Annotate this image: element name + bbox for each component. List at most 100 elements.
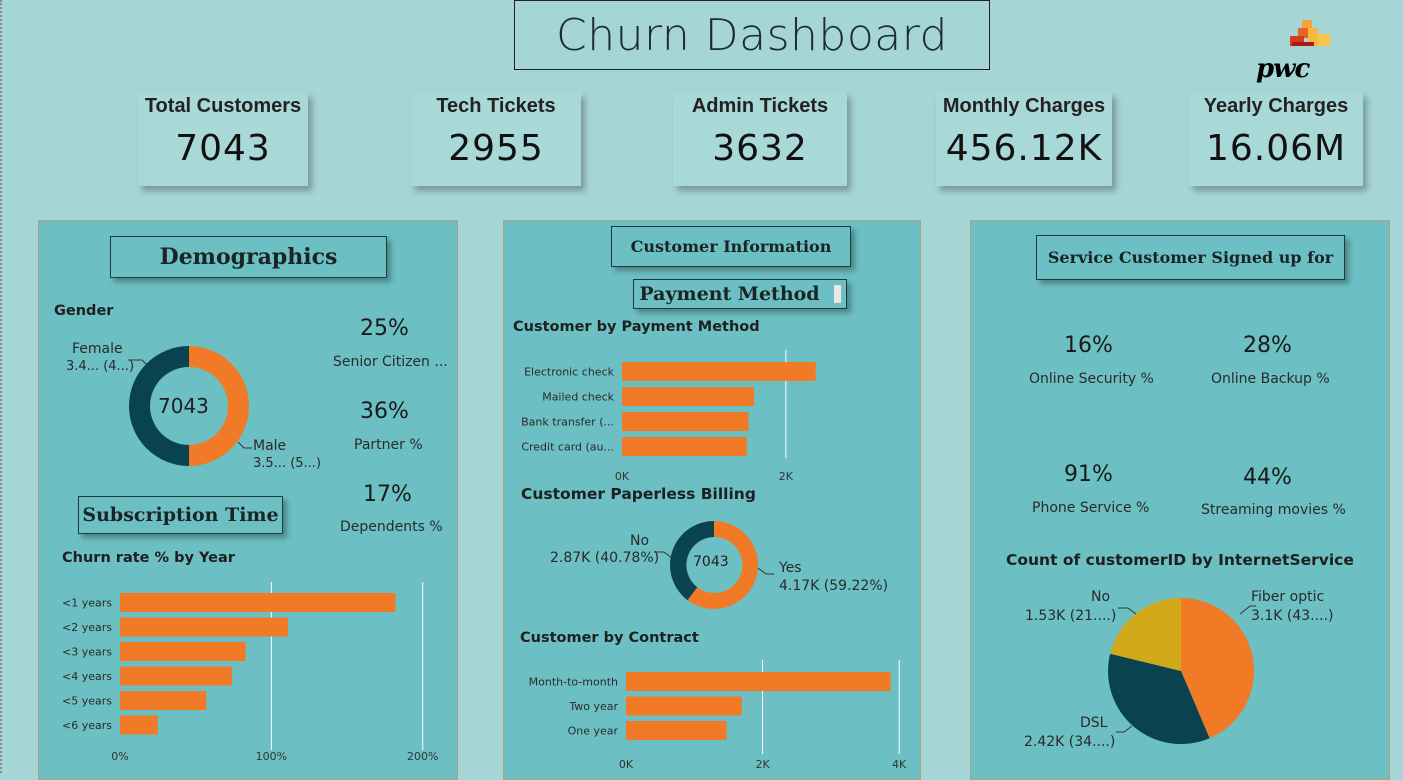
category-label: <5 years <box>62 695 112 708</box>
services-header: Service Customer Signed up for <box>1036 235 1345 280</box>
category-label: Credit card (au... <box>521 441 614 454</box>
bar[interactable] <box>120 593 396 612</box>
bar[interactable] <box>120 715 158 735</box>
dashboard-title: Churn Dashboard <box>514 0 990 70</box>
kpi-value: 7043 <box>175 128 271 169</box>
x-tick-label: 2K <box>779 470 794 483</box>
bar[interactable] <box>622 437 747 456</box>
x-tick-label: 4K <box>892 758 907 770</box>
internet-dsl-value: 2.42K (34....) <box>1024 734 1116 750</box>
bar[interactable] <box>622 387 755 406</box>
x-tick-label: 0K <box>619 758 634 770</box>
gender-male-value: 3.5... (5...) <box>253 456 322 471</box>
left-edge-divider <box>0 0 5 773</box>
bar[interactable] <box>626 696 742 716</box>
kpi-monthly-charges[interactable]: Monthly Charges 456.12K <box>936 92 1112 186</box>
bar[interactable] <box>626 672 891 691</box>
subscription-time-header: Subscription Time <box>78 496 283 534</box>
payment-method-header: Payment Method <box>633 279 847 309</box>
phone-service-label: Phone Service % <box>1032 500 1150 516</box>
kpi-total-customers[interactable]: Total Customers 7043 <box>138 92 308 186</box>
category-label: Two year <box>568 700 618 713</box>
category-label: Month-to-month <box>529 676 618 689</box>
x-tick-label: 200% <box>407 750 438 763</box>
kpi-label: Monthly Charges <box>942 95 1106 117</box>
streaming-movies-label: Streaming movies % <box>1201 502 1346 518</box>
paperless-no-label: No <box>630 533 650 549</box>
online-backup-value: 28% <box>1243 333 1292 358</box>
online-security-value: 16% <box>1064 333 1113 358</box>
internet-fiber-label: Fiber optic <box>1251 589 1325 605</box>
category-label: <1 years <box>62 597 112 610</box>
category-label: <2 years <box>62 621 112 634</box>
bar[interactable] <box>120 617 289 637</box>
gender-male-label: Male <box>253 438 287 454</box>
bar[interactable] <box>120 666 233 686</box>
kpi-yearly-charges[interactable]: Yearly Charges 16.06M <box>1189 92 1363 186</box>
x-tick-label: 0% <box>111 750 128 763</box>
streaming-movies-value: 44% <box>1243 465 1292 490</box>
internet-dsl-label: DSL <box>1080 715 1108 731</box>
bar[interactable] <box>622 412 749 431</box>
churn-rate-by-year-chart[interactable]: 0% 100% 200% <1 years <2 years <3 years <4 yea… <box>44 578 452 768</box>
gender-female-value: 3.4... (4...) <box>66 359 135 374</box>
partner-label: Partner % <box>354 437 423 453</box>
partner-value: 36% <box>360 399 409 424</box>
category-label: One year <box>568 725 619 738</box>
internet-no-value: 1.53K (21....) <box>1025 608 1117 624</box>
internet-no-label: No <box>1091 589 1111 605</box>
x-tick-label: 100% <box>256 750 287 763</box>
x-tick-label: 2K <box>755 758 770 770</box>
kpi-value: 456.12K <box>945 128 1103 169</box>
bar[interactable] <box>622 362 816 381</box>
kpi-value: 2955 <box>448 128 544 169</box>
senior-citizen-value: 25% <box>360 316 409 341</box>
kpi-label: Yearly Charges <box>1203 95 1349 117</box>
payment-method-header-text: Payment Method <box>639 283 820 305</box>
customer-information-header: Customer Information <box>611 226 851 267</box>
gender-female-label: Female <box>72 341 123 357</box>
payment-method-title: Customer by Payment Method <box>513 319 760 335</box>
kpi-label: Tech Tickets <box>436 95 556 117</box>
gender-title: Gender <box>54 303 114 319</box>
payment-method-marker <box>833 285 841 303</box>
paperless-yes-value: 4.17K (59.22%) <box>779 578 889 594</box>
customer-by-payment-method-chart[interactable]: 0K 2K Electronic check Mailed check Bank tra… <box>508 346 916 486</box>
category-label: Mailed check <box>542 391 614 404</box>
gender-leader-lines <box>128 359 252 449</box>
pwc-logo: pwc <box>1250 18 1340 84</box>
internet-leader-lines <box>1116 605 1256 733</box>
demographics-header: Demographics <box>110 236 387 278</box>
category-label: <6 years <box>62 719 112 732</box>
paperless-billing-title: Customer Paperless Billing <box>521 485 756 503</box>
category-label: Electronic check <box>524 366 615 379</box>
kpi-admin-tickets[interactable]: Admin Tickets 3632 <box>673 92 847 186</box>
kpi-label: Admin Tickets <box>691 95 829 117</box>
category-label: Bank transfer (... <box>521 416 614 429</box>
category-label: <3 years <box>62 646 112 659</box>
internet-fiber-value: 3.1K (43....) <box>1251 608 1334 624</box>
contract-title: Customer by Contract <box>520 630 699 646</box>
x-tick-label: 0K <box>615 470 630 483</box>
online-backup-label: Online Backup % <box>1211 371 1330 387</box>
dependents-value: 17% <box>363 482 412 507</box>
online-security-label: Online Security % <box>1029 371 1154 387</box>
kpi-value: 3632 <box>712 128 808 169</box>
dependents-label: Dependents % <box>340 519 443 535</box>
customer-by-contract-chart[interactable]: 0K 2K 4K Month-to-month Two year One year <box>508 658 916 770</box>
bar[interactable] <box>120 642 246 661</box>
bar[interactable] <box>120 691 207 710</box>
phone-service-value: 91% <box>1064 462 1113 487</box>
internet-service-title: Count of customerID by InternetService <box>1006 551 1354 569</box>
paperless-yes-label: Yes <box>779 560 802 576</box>
kpi-tech-tickets[interactable]: Tech Tickets 2955 <box>411 92 581 186</box>
paperless-leader-lines <box>654 551 774 575</box>
senior-citizen-label: Senior Citizen ... <box>333 354 448 370</box>
paperless-no-value: 2.87K (40.78%) <box>550 550 660 566</box>
kpi-label: Total Customers <box>144 95 302 117</box>
churn-rate-title: Churn rate % by Year <box>62 550 235 566</box>
kpi-value: 16.06M <box>1205 128 1347 169</box>
bar[interactable] <box>626 721 727 740</box>
category-label: <4 years <box>62 670 112 683</box>
logo-text: pwc <box>1256 54 1310 84</box>
